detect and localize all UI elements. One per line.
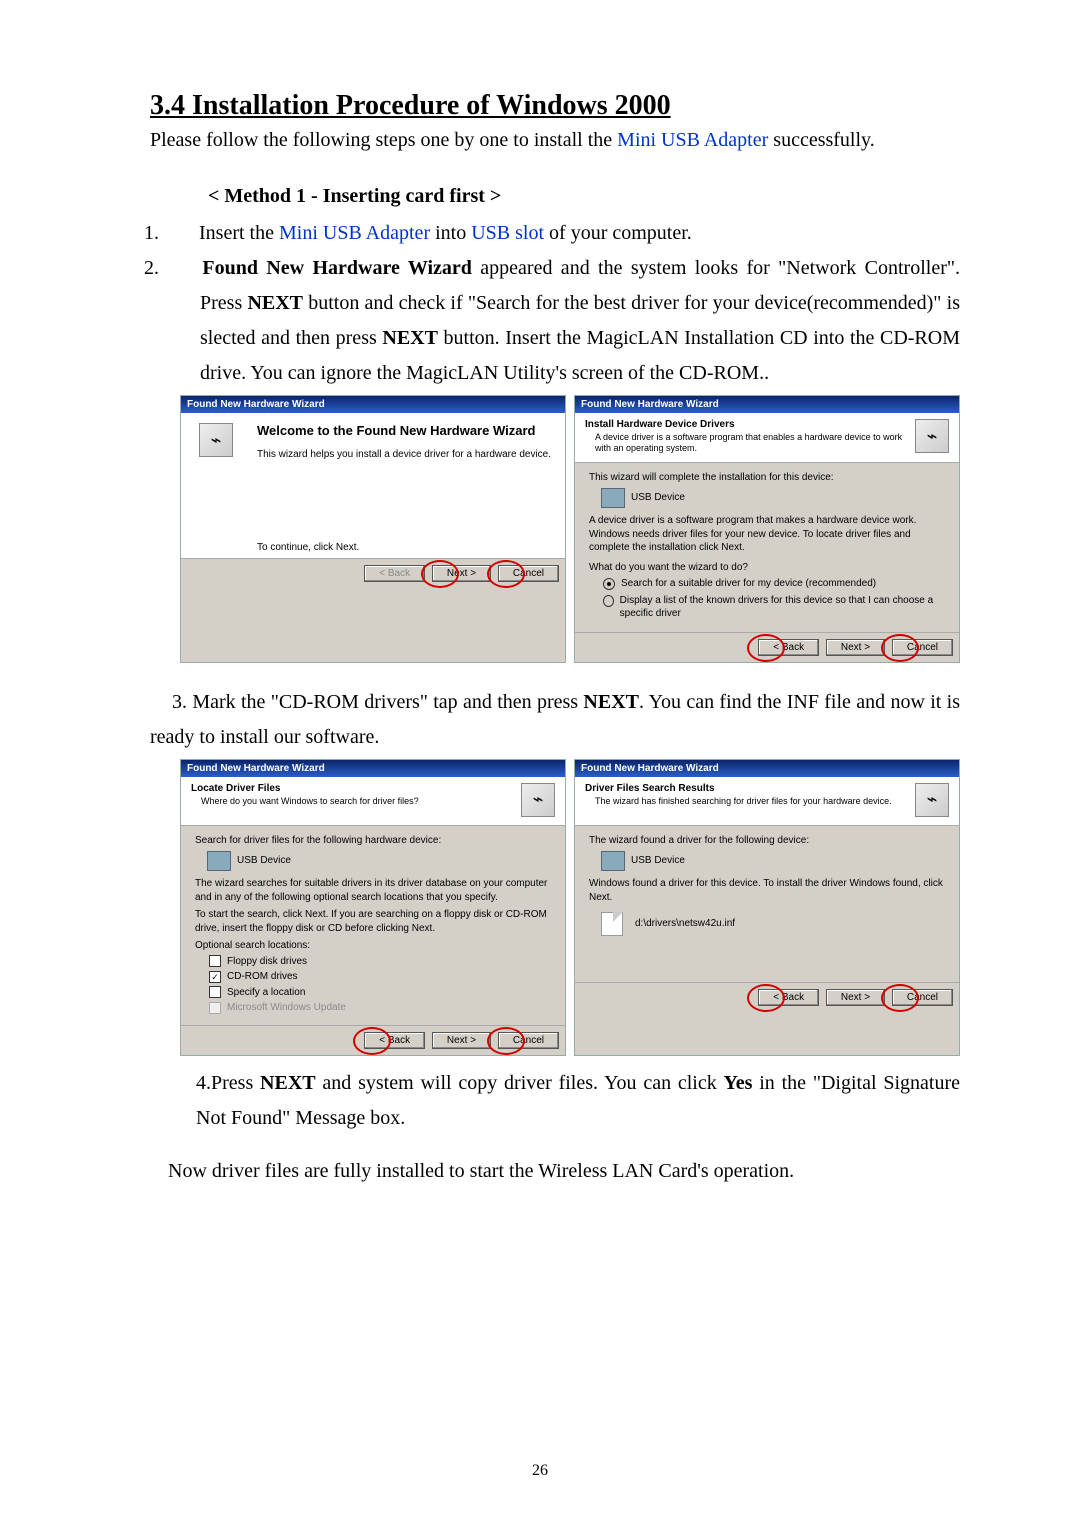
banner-title: Install Hardware Device Drivers — [585, 419, 915, 430]
step4-bold2: Yes — [724, 1072, 753, 1094]
cancel-button[interactable]: Cancel — [892, 989, 953, 1006]
step-1: 1. Insert the Mini USB Adapter into USB … — [172, 216, 960, 251]
optional-label: Optional search locations: — [195, 939, 553, 953]
checkbox-icon — [209, 1002, 221, 1014]
radio-search-recommended[interactable]: Search for a suitable driver for my devi… — [603, 577, 947, 591]
hardware-icon: ⌁ — [915, 783, 949, 817]
wizard-install-drivers: Found New Hardware Wizard Install Hardwa… — [574, 395, 960, 663]
banner-title: Driver Files Search Results — [585, 783, 915, 794]
wizard-titlebar: Found New Hardware Wizard — [575, 760, 959, 777]
closing-line: Now driver files are fully installed to … — [168, 1154, 960, 1189]
mini-usb-term: Mini USB Adapter — [617, 129, 768, 151]
checkbox-icon — [209, 986, 221, 998]
cancel-button[interactable]: Cancel — [892, 639, 953, 656]
usb-slot-term: USB slot — [471, 222, 544, 244]
step2-bold-next1: NEXT — [247, 292, 303, 314]
chk-specify[interactable]: Specify a location — [209, 986, 553, 1000]
back-button[interactable]: < Back — [758, 989, 819, 1006]
next-button[interactable]: Next > — [432, 565, 491, 582]
device-label: USB Device — [631, 854, 685, 868]
step2-bold-next2: NEXT — [382, 327, 438, 349]
step3-a: 3. Mark the "CD-ROM drivers" tap and the… — [172, 691, 583, 713]
wizard-row-1: Found New Hardware Wizard ⌁ Welcome to t… — [180, 395, 960, 663]
step-number-2: 2. — [172, 251, 194, 286]
step-2: 2. Found New Hardware Wizard appeared an… — [172, 251, 960, 391]
next-button[interactable]: Next > — [826, 639, 885, 656]
radio-dot-icon — [603, 595, 614, 607]
checkbox-icon — [209, 971, 221, 983]
welcome-body1: This wizard helps you install a device d… — [257, 448, 553, 461]
wizard-side-graphic: ⌁ — [181, 413, 251, 558]
chk-cdrom[interactable]: CD-ROM drives — [209, 970, 553, 984]
chk-label: Floppy disk drives — [227, 955, 307, 969]
step-4: 4.Press NEXT and system will copy driver… — [196, 1066, 960, 1136]
wizard-row-2: Found New Hardware Wizard Locate Driver … — [180, 759, 960, 1056]
locate-line2: The wizard searches for suitable drivers… — [195, 877, 553, 904]
wizard-search-results: Found New Hardware Wizard Driver Files S… — [574, 759, 960, 1056]
step1-suffix: of your computer. — [544, 222, 692, 244]
banner-title: Locate Driver Files — [191, 783, 521, 794]
banner-subtitle: Where do you want Windows to search for … — [201, 796, 521, 807]
step3-bold: NEXT — [583, 691, 639, 713]
checkbox-icon — [209, 955, 221, 967]
wizard-locate-files: Found New Hardware Wizard Locate Driver … — [180, 759, 566, 1056]
cancel-button[interactable]: Cancel — [498, 1032, 559, 1049]
device-label: USB Device — [237, 854, 291, 868]
wizard-titlebar: Found New Hardware Wizard — [181, 760, 565, 777]
mini-usb-term: Mini USB Adapter — [279, 222, 430, 244]
step1-mid: into — [430, 222, 471, 244]
step4-b: and system will copy driver files. You c… — [316, 1072, 724, 1094]
device-icon — [601, 488, 625, 508]
lead-suffix: successfully. — [768, 129, 874, 151]
hardware-icon: ⌁ — [915, 419, 949, 453]
hardware-icon: ⌁ — [521, 783, 555, 817]
back-button[interactable]: < Back — [364, 1032, 425, 1049]
lead-paragraph: Please follow the following steps one by… — [150, 126, 960, 155]
results-line1: The wizard found a driver for the follow… — [589, 834, 947, 848]
chk-label: Specify a location — [227, 986, 305, 1000]
back-button[interactable]: < Back — [364, 565, 425, 582]
next-button[interactable]: Next > — [826, 989, 885, 1006]
install-line2: A device driver is a software program th… — [589, 514, 947, 555]
welcome-body2: To continue, click Next. — [257, 541, 553, 554]
radio-label: Search for a suitable driver for my devi… — [621, 577, 876, 591]
banner-subtitle: A device driver is a software program th… — [595, 432, 915, 454]
method-subheading: < Method 1 - Inserting card first > — [208, 185, 960, 208]
chk-label: Microsoft Windows Update — [227, 1001, 346, 1015]
radio-dot-icon — [603, 578, 615, 590]
back-button[interactable]: < Back — [758, 639, 819, 656]
install-question: What do you want the wizard to do? — [589, 561, 947, 575]
install-line1: This wizard will complete the installati… — [589, 471, 947, 485]
wizard-titlebar: Found New Hardware Wizard — [181, 396, 565, 413]
chk-windows-update: Microsoft Windows Update — [209, 1001, 553, 1015]
section-heading: 3.4 Installation Procedure of Windows 20… — [150, 90, 960, 122]
radio-display-list[interactable]: Display a list of the known drivers for … — [603, 594, 947, 621]
welcome-title: Welcome to the Found New Hardware Wizard — [257, 423, 553, 440]
step-number-1: 1. — [172, 216, 194, 251]
step2-bold-wizard: Found New Hardware Wizard — [202, 257, 472, 279]
wizard-welcome: Found New Hardware Wizard ⌁ Welcome to t… — [180, 395, 566, 663]
wizard-titlebar: Found New Hardware Wizard — [575, 396, 959, 413]
cancel-button[interactable]: Cancel — [498, 565, 559, 582]
step1-prefix: Insert the — [199, 222, 279, 244]
step-3: 3. Mark the "CD-ROM drivers" tap and the… — [150, 685, 960, 755]
results-line2: Windows found a driver for this device. … — [589, 877, 947, 904]
inf-path: d:\drivers\netsw42u.inf — [635, 917, 735, 931]
radio-label: Display a list of the known drivers for … — [620, 594, 947, 621]
lead-prefix: Please follow the following steps one by… — [150, 129, 617, 151]
next-button[interactable]: Next > — [432, 1032, 491, 1049]
device-icon — [207, 851, 231, 871]
hardware-icon: ⌁ — [199, 423, 233, 457]
chk-floppy[interactable]: Floppy disk drives — [209, 955, 553, 969]
locate-line1: Search for driver files for the followin… — [195, 834, 553, 848]
step4-bold1: NEXT — [260, 1072, 316, 1094]
locate-line3: To start the search, click Next. If you … — [195, 908, 553, 935]
device-label: USB Device — [631, 491, 685, 505]
page-number: 26 — [0, 1462, 1080, 1480]
step4-a: 4.Press — [196, 1072, 260, 1094]
device-icon — [601, 851, 625, 871]
banner-subtitle: The wizard has finished searching for dr… — [595, 796, 915, 807]
chk-label: CD-ROM drives — [227, 970, 298, 984]
inf-file-icon — [601, 912, 623, 936]
